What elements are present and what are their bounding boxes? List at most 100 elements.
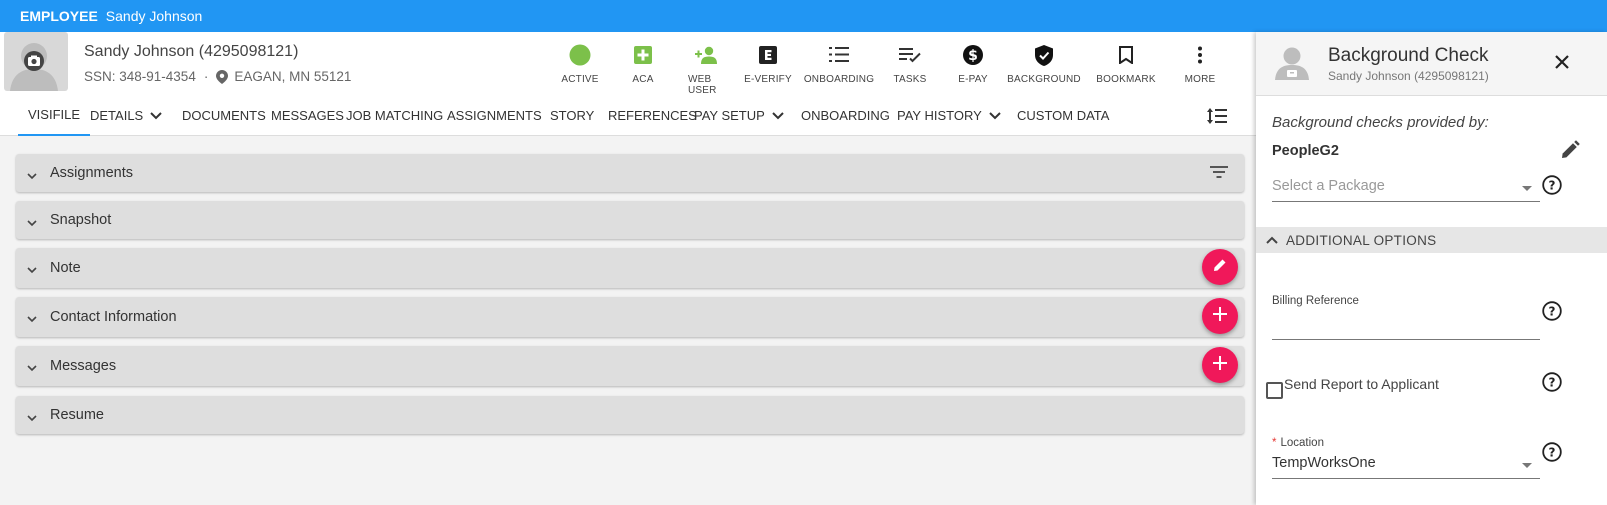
- status-active[interactable]: ACTIVE: [561, 32, 599, 96]
- add-message-button[interactable]: [1202, 347, 1238, 383]
- chevron-down-icon: [771, 111, 785, 121]
- status-e-verify[interactable]: E-VERIFY: [724, 32, 812, 96]
- svg-text:?: ?: [1549, 376, 1556, 390]
- location-select[interactable]: TempWorksOne: [1272, 451, 1540, 479]
- package-select[interactable]: Select a Package: [1272, 174, 1540, 202]
- edit-note-button[interactable]: [1202, 249, 1238, 285]
- svg-text:$: $: [968, 48, 978, 64]
- pencil-icon: [1212, 257, 1228, 278]
- chevron-down-icon: [27, 167, 37, 185]
- add-contact-button[interactable]: [1202, 298, 1238, 334]
- tab-onboarding[interactable]: ONBOARDING: [801, 96, 890, 136]
- package-placeholder: Select a Package: [1272, 178, 1385, 194]
- tab-assignments[interactable]: ASSIGNMENTS: [447, 96, 542, 136]
- status-e-pay[interactable]: $ E-PAY: [954, 32, 992, 96]
- dollar-circle-icon: $: [963, 42, 983, 68]
- help-icon[interactable]: ?: [1542, 442, 1562, 467]
- status-toolbar: ACTIVE ACA WEB USER E-VERIFY ONBOARDING …: [561, 32, 1244, 96]
- help-icon[interactable]: ?: [1542, 175, 1562, 200]
- tab-pay-history[interactable]: PAY HISTORY: [897, 96, 1002, 136]
- status-label: WEB USER: [688, 74, 717, 96]
- status-background[interactable]: BACKGROUND: [992, 32, 1096, 96]
- help-icon[interactable]: ?: [1542, 372, 1562, 397]
- svg-text:?: ?: [1549, 446, 1556, 460]
- tab-visifile[interactable]: VISIFILE: [18, 96, 91, 136]
- chevron-up-icon: [1266, 236, 1278, 244]
- panel-snapshot[interactable]: Snapshot: [16, 201, 1244, 239]
- close-icon[interactable]: [1554, 54, 1570, 75]
- status-aca[interactable]: ACA: [598, 32, 688, 96]
- employee-subline: SSN: 348-91-4354 · EAGAN, MN 55121: [84, 69, 351, 84]
- status-label: BOOKMARK: [1096, 74, 1156, 85]
- panel-messages[interactable]: Messages: [16, 346, 1244, 386]
- tab-job-matching[interactable]: JOB MATCHING: [346, 96, 443, 136]
- tab-label: MESSAGES: [271, 108, 344, 123]
- tab-label: STORY: [550, 108, 595, 123]
- panel-title: Background Check: [1328, 45, 1489, 66]
- status-label: ACTIVE: [561, 74, 599, 85]
- svg-text:?: ?: [1549, 179, 1556, 193]
- person-add-icon: [694, 42, 718, 68]
- additional-options-toggle[interactable]: ADDITIONAL OPTIONS: [1256, 227, 1607, 253]
- dropdown-arrow-icon: [1522, 186, 1532, 191]
- tab-label: DOCUMENTS: [182, 108, 266, 123]
- e-box-icon: [759, 42, 777, 68]
- chevron-down-icon: [27, 214, 37, 232]
- chevron-down-icon: [27, 261, 37, 279]
- status-tasks[interactable]: TASKS: [866, 32, 954, 96]
- panel-title: Messages: [50, 358, 117, 374]
- location-pin-icon: [216, 69, 229, 84]
- tab-messages[interactable]: MESSAGES: [271, 96, 344, 136]
- chevron-down-icon: [988, 111, 1002, 121]
- tab-documents[interactable]: DOCUMENTS: [182, 96, 266, 136]
- status-label: E-VERIFY: [744, 74, 792, 85]
- tab-references[interactable]: REFERENCES: [608, 96, 697, 136]
- plus-box-icon: [634, 42, 652, 68]
- tab-story[interactable]: STORY: [550, 96, 594, 136]
- employee-name: Sandy Johnson (4295098121): [84, 43, 299, 60]
- tab-custom-data[interactable]: CUSTOM DATA: [1017, 96, 1109, 136]
- status-label: BACKGROUND: [1007, 74, 1081, 85]
- banner-record-type: EMPLOYEE: [20, 8, 98, 24]
- panel-assignments[interactable]: Assignments: [16, 154, 1244, 192]
- additional-options-label: ADDITIONAL OPTIONS: [1286, 232, 1437, 248]
- required-mark: *: [1272, 437, 1277, 449]
- svg-text:?: ?: [1549, 305, 1556, 319]
- main-area: Sandy Johnson (4295098121) SSN: 348-91-4…: [0, 32, 1256, 505]
- avatar-upload[interactable]: [4, 32, 68, 91]
- plus-icon: [1213, 355, 1227, 375]
- send-report-checkbox[interactable]: [1266, 382, 1283, 399]
- tab-label: ONBOARDING: [801, 108, 890, 123]
- status-web-user[interactable]: WEB USER: [688, 32, 724, 96]
- location-label: * Location: [1272, 437, 1324, 449]
- avatar-placeholder-icon: [10, 43, 58, 91]
- green-dot-icon: [569, 42, 591, 68]
- filter-icon[interactable]: [1210, 165, 1228, 184]
- tab-details[interactable]: DETAILS: [90, 96, 163, 136]
- tab-pay-setup[interactable]: PAY SETUP: [694, 96, 785, 136]
- panel-note[interactable]: Note: [16, 248, 1244, 288]
- location-label-text: Location: [1280, 437, 1324, 449]
- tab-label: CUSTOM DATA: [1017, 108, 1110, 123]
- panel-contact-information[interactable]: Contact Information: [16, 297, 1244, 337]
- status-onboarding[interactable]: ONBOARDING: [804, 32, 874, 96]
- status-more[interactable]: MORE: [1156, 32, 1244, 96]
- dropdown-arrow-icon: [1522, 463, 1532, 468]
- line-spacing-icon[interactable]: [1206, 106, 1228, 131]
- tab-label: PAY HISTORY: [897, 108, 982, 123]
- panel-resume[interactable]: Resume: [16, 396, 1244, 434]
- pencil-icon[interactable]: [1560, 140, 1580, 165]
- billing-reference-input[interactable]: [1272, 312, 1540, 340]
- status-label: MORE: [1184, 74, 1216, 85]
- status-bookmark[interactable]: BOOKMARK: [1096, 32, 1156, 96]
- checklist-icon: [899, 42, 921, 68]
- person-badge-icon: [1274, 46, 1310, 85]
- chevron-down-icon: [27, 359, 37, 377]
- tab-label: DETAILS: [90, 108, 144, 123]
- help-icon[interactable]: ?: [1542, 301, 1562, 326]
- bookmark-icon: [1119, 42, 1133, 68]
- location-value: TempWorksOne: [1272, 455, 1376, 471]
- employee-header: Sandy Johnson (4295098121) SSN: 348-91-4…: [0, 32, 1256, 96]
- panel-subtitle: Sandy Johnson (4295098121): [1328, 69, 1489, 83]
- tab-label: VISIFILE: [28, 107, 81, 122]
